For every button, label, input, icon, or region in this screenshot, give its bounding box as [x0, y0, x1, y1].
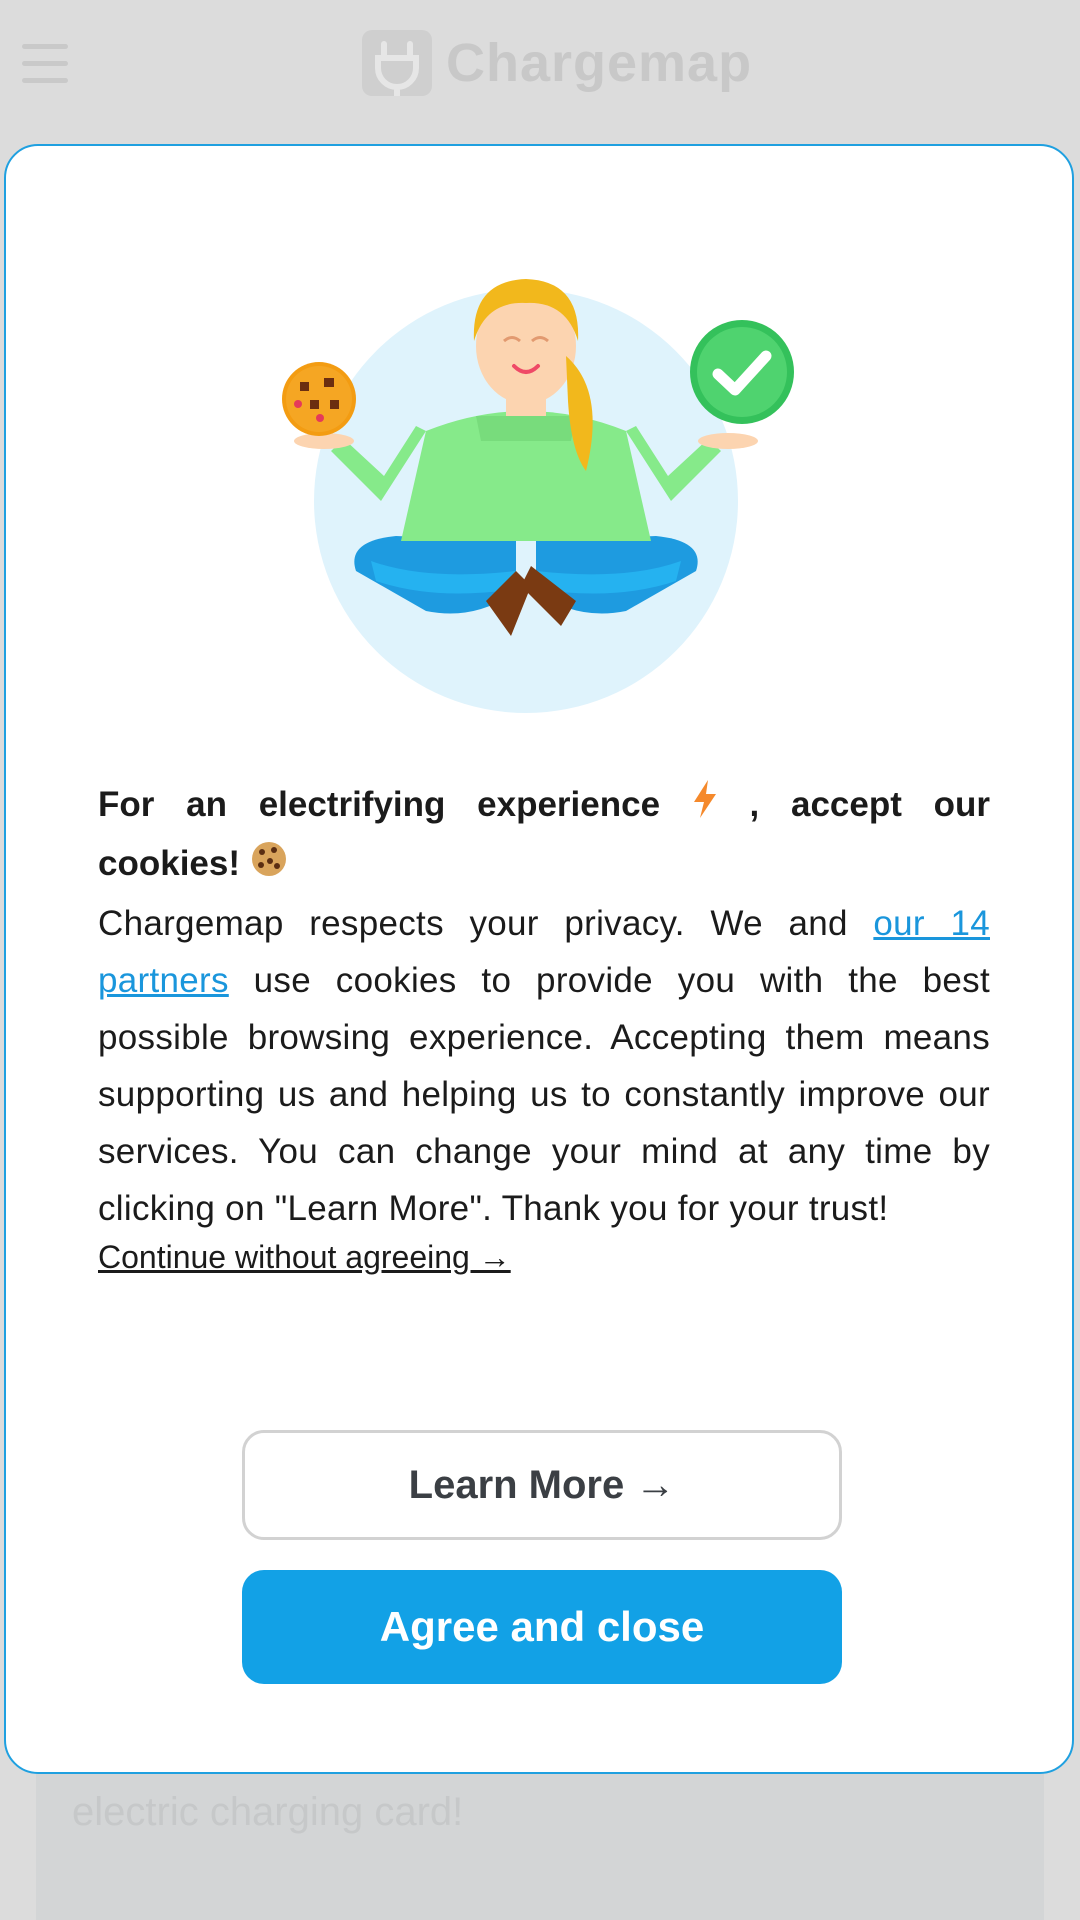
cookie-icon — [282, 362, 356, 436]
app-logo[interactable]: Chargemap — [362, 28, 753, 99]
check-circle-icon — [690, 320, 794, 424]
cookie-emoji-icon — [250, 838, 288, 895]
consent-content: For an electrifying experience , accept … — [98, 776, 990, 1276]
headline-cookies: cookies! — [98, 844, 240, 884]
background-card-text: electric charging card! — [72, 1790, 464, 1834]
lightning-icon — [692, 778, 718, 835]
hamburger-menu-icon[interactable] — [22, 44, 70, 84]
headline-text-end: , accept our — [749, 785, 990, 824]
consent-headline: For an electrifying experience , accept … — [98, 776, 990, 835]
background-card — [36, 1760, 1044, 1920]
meditating-woman-illustration — [294, 279, 758, 713]
app-header: Chargemap — [0, 0, 1080, 130]
learn-more-button[interactable]: Learn More → — [242, 1430, 842, 1540]
logo-text: Chargemap — [446, 33, 753, 93]
agree-and-close-button[interactable]: Agree and close — [242, 1570, 842, 1684]
plug-logo-icon — [362, 30, 432, 99]
cookie-consent-modal: For an electrifying experience , accept … — [4, 144, 1074, 1774]
body-prefix: Chargemap respects your privacy. We and — [98, 903, 874, 943]
headline-text: For an electrifying experience — [98, 785, 661, 824]
body-suffix: use cookies to provide you with the best… — [98, 960, 990, 1228]
consent-body: Chargemap respects your privacy. We and … — [98, 895, 990, 1237]
continue-without-agreeing-link[interactable]: Continue without agreeing → — [98, 1239, 511, 1276]
consent-headline-cont: cookies! — [98, 835, 990, 894]
